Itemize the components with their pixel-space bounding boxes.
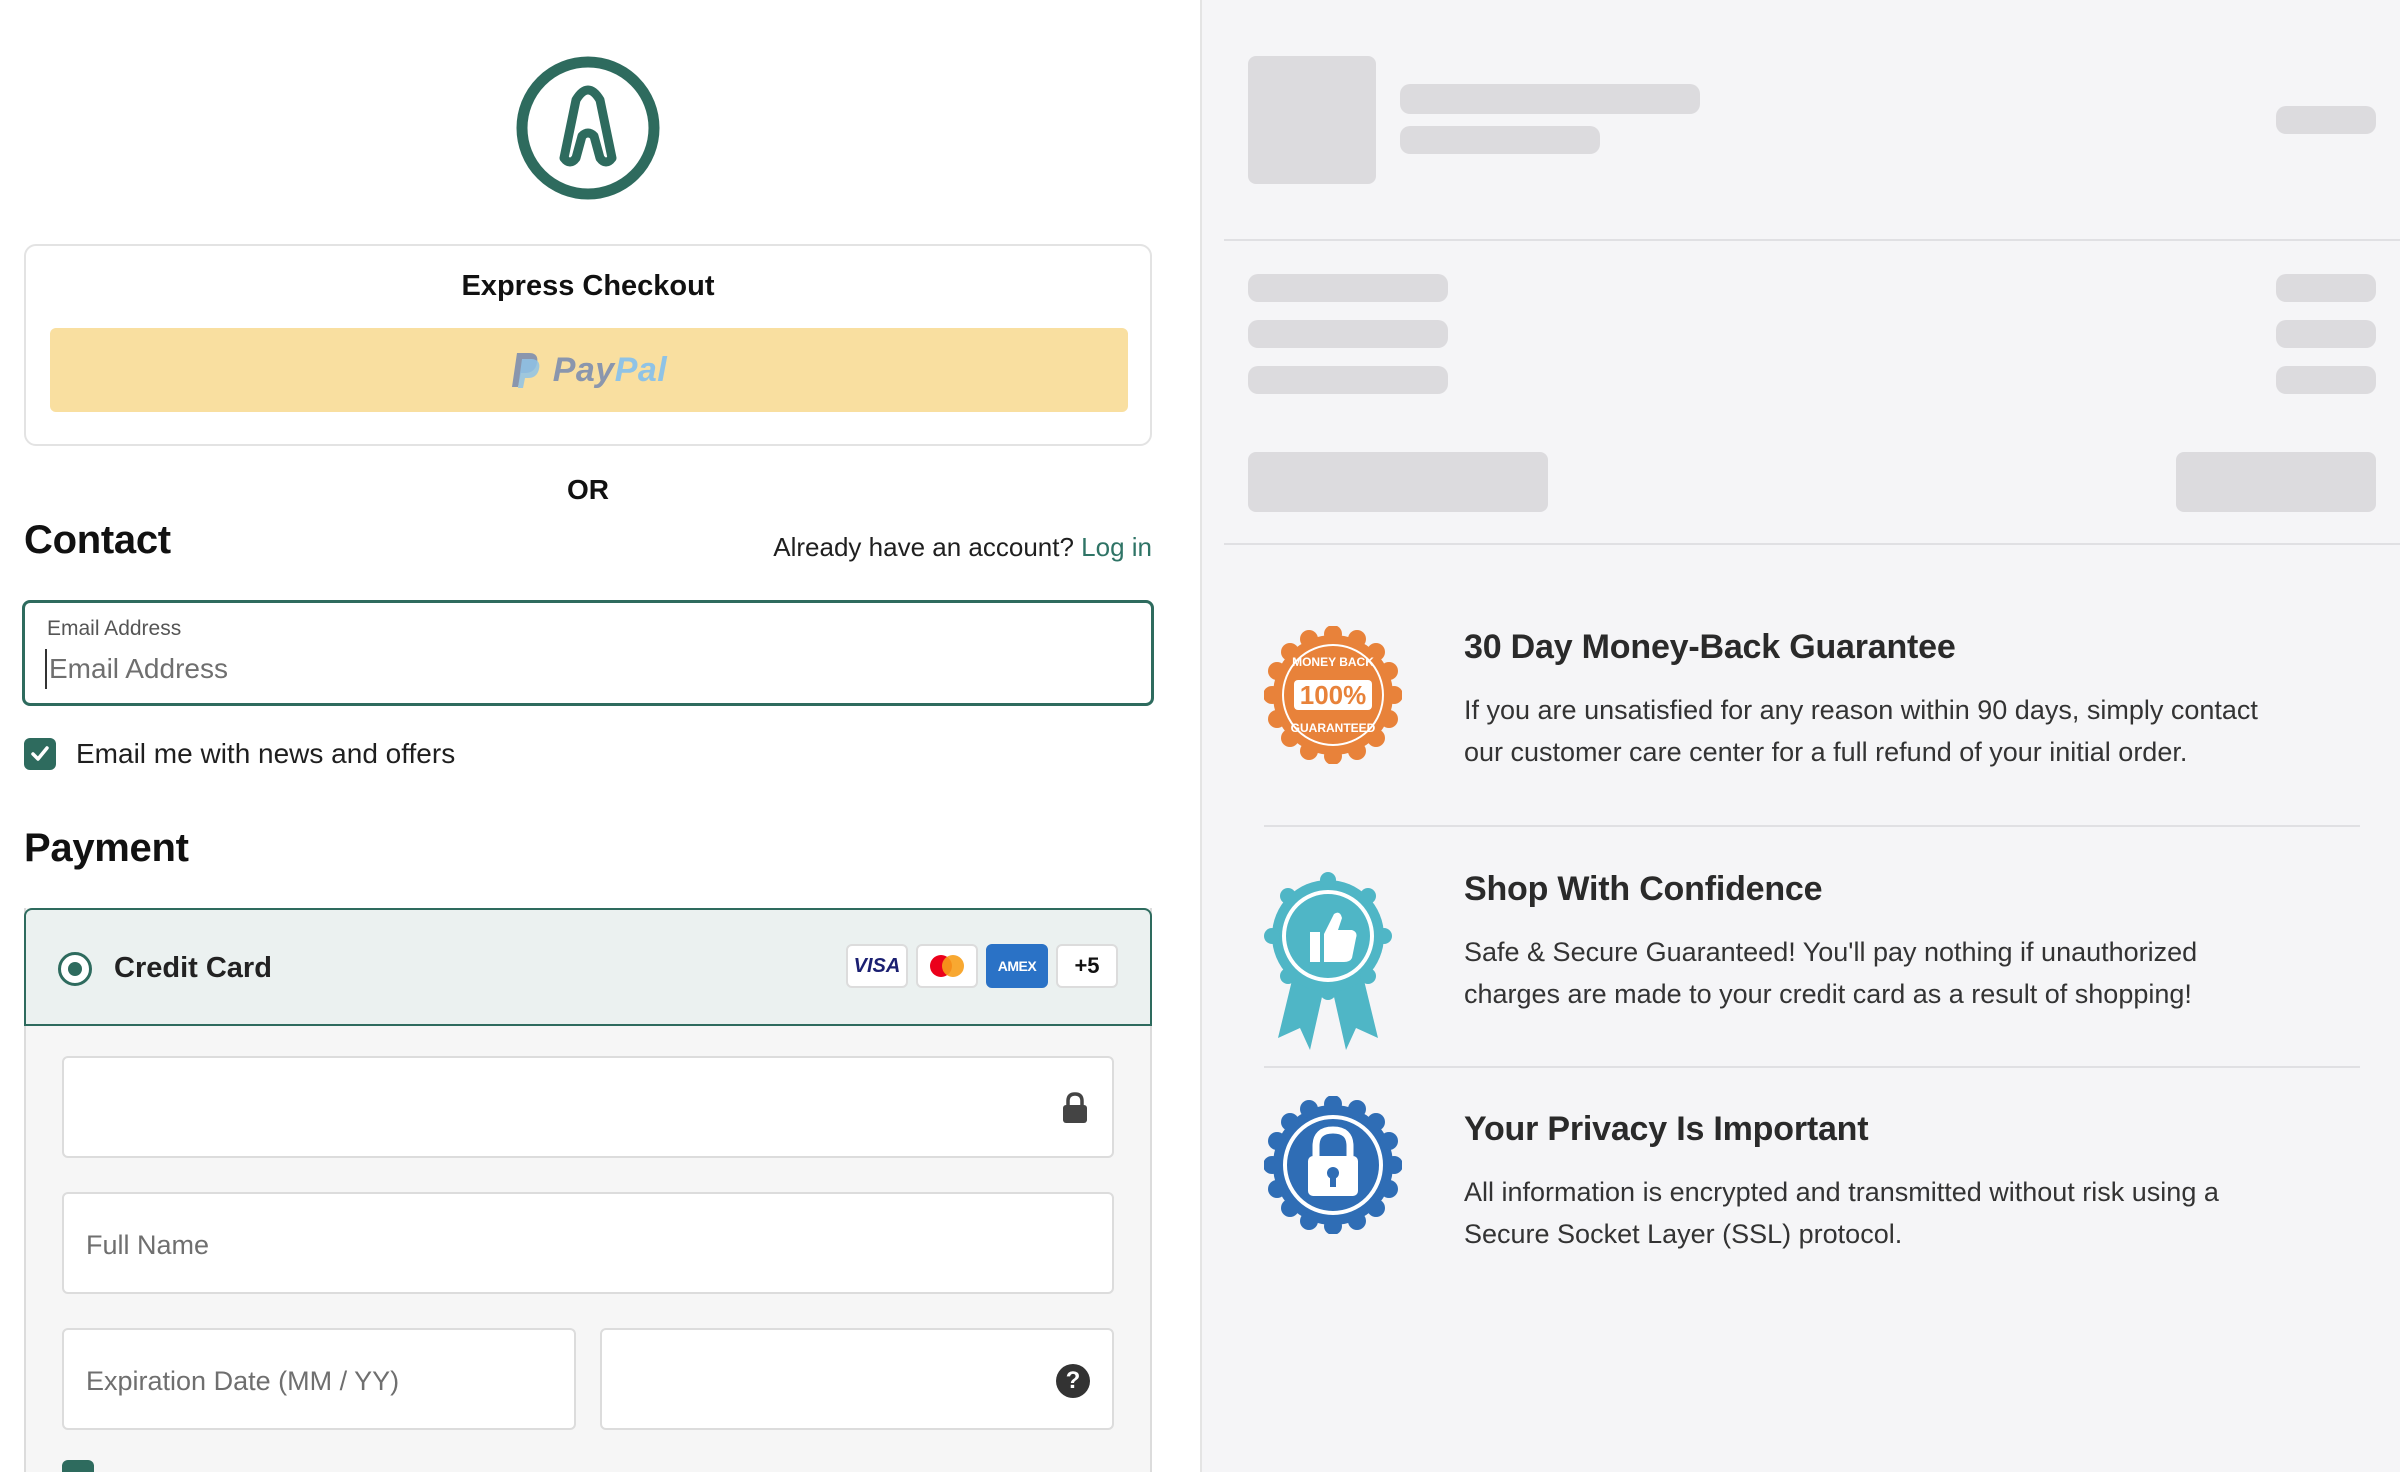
contact-title: Contact (24, 518, 171, 562)
account-prompt: Already have an account? Log in (773, 532, 1152, 563)
guarantee-body-line: charges are made to your credit card as … (1464, 979, 2192, 1009)
email-field-label: Email Address (47, 617, 182, 640)
skeleton-subtotal-label (1248, 274, 1448, 302)
mastercard-icon (930, 955, 964, 977)
skeleton-tax-value (2276, 366, 2376, 394)
credit-card-label: Credit Card (114, 952, 272, 984)
payment-title: Payment (24, 826, 189, 870)
guarantee-body-line: All information is encrypted and transmi… (1464, 1177, 2219, 1207)
skeleton-product-image (1248, 56, 1376, 184)
guarantee-body-line: Secure Socket Layer (SSL) protocol. (1464, 1219, 1903, 1249)
full-name-field[interactable]: Full Name (62, 1192, 1114, 1294)
shop-confidence-badge-icon (1264, 872, 1392, 1050)
express-checkout-panel: Express Checkout PayPal (24, 244, 1152, 446)
skeleton-product-variant (1400, 126, 1600, 154)
lock-icon (1063, 1092, 1087, 1123)
skeleton-tax-label (1248, 366, 1448, 394)
checkmark-icon (31, 746, 49, 761)
paypal-icon (511, 353, 540, 388)
credit-card-radio[interactable] (58, 952, 92, 986)
guarantee-divider (1264, 1066, 2360, 1068)
guarantee-body: If you are unsatisfied for any reason wi… (1464, 689, 2364, 773)
more-brands-badge: +5 (1056, 944, 1118, 988)
badge-value-text: 100% (1300, 680, 1367, 710)
expiration-date-placeholder: Expiration Date (MM / YY) (86, 1366, 400, 1396)
expiration-date-field[interactable]: Expiration Date (MM / YY) (62, 1328, 576, 1430)
guarantee-privacy: Your Privacy Is Important All informatio… (1464, 1110, 2364, 1255)
guarantee-divider (1264, 825, 2360, 827)
paypal-button[interactable]: PayPal (50, 328, 1128, 412)
amex-logo: AMEX (986, 944, 1048, 988)
security-code-field[interactable]: ? (600, 1328, 1114, 1430)
checkout-form-column: Express Checkout PayPal OR Contact Alrea… (0, 0, 1200, 1472)
money-back-badge-icon: 100% MONEY BACK GUARANTEED (1264, 626, 1402, 764)
paypal-wordmark-pal: Pal (614, 350, 668, 389)
login-link[interactable]: Log in (1081, 532, 1152, 562)
skeleton-subtotal-value (2276, 274, 2376, 302)
guarantee-body-line: our customer care center for a full refu… (1464, 737, 2188, 767)
guarantee-title: Shop With Confidence (1464, 870, 1823, 908)
skeleton-product-price (2276, 106, 2376, 134)
paypal-wordmark: PayPal (553, 351, 668, 390)
summary-divider (1224, 543, 2400, 545)
radio-selected-dot (68, 962, 82, 976)
card-brand-logos: VISA AMEX +5 (846, 944, 1118, 988)
save-card-checkbox[interactable] (62, 1460, 94, 1472)
guarantee-shop-confidence: Shop With Confidence Safe & Secure Guara… (1464, 870, 2364, 1015)
guarantee-body: All information is encrypted and transmi… (1464, 1171, 2364, 1255)
mastercard-logo (916, 944, 978, 988)
guarantee-money-back: 30 Day Money-Back Guarantee If you are u… (1464, 628, 2364, 773)
account-prompt-text: Already have an account? (773, 532, 1074, 562)
badge-bottom-text: GUARANTEED (1291, 721, 1376, 735)
badge-top-text: MONEY BACK (1292, 655, 1374, 669)
express-checkout-title: Express Checkout (461, 270, 715, 302)
skeleton-shipping-label (1248, 320, 1448, 348)
guarantee-title: 30 Day Money-Back Guarantee (1464, 628, 1956, 666)
guarantee-body: Safe & Secure Guaranteed! You'll pay not… (1464, 931, 2364, 1015)
skeleton-total-value (2176, 452, 2376, 512)
card-number-field[interactable] (62, 1056, 1114, 1158)
payment-method-credit-card[interactable]: Credit Card VISA AMEX +5 (24, 908, 1152, 1026)
guarantee-title: Your Privacy Is Important (1464, 1110, 1869, 1148)
or-divider: OR (567, 474, 609, 505)
guarantee-body-line: If you are unsatisfied for any reason wi… (1464, 695, 2258, 725)
brand-logo (516, 56, 660, 200)
summary-divider (1224, 239, 2400, 241)
privacy-lock-badge-icon (1264, 1096, 1402, 1234)
skeleton-shipping-value (2276, 320, 2376, 348)
paypal-wordmark-pay: Pay (552, 350, 615, 389)
visa-logo: VISA (846, 944, 908, 988)
skeleton-product-title (1400, 84, 1700, 114)
order-summary-column: 100% MONEY BACK GUARANTEED 30 Day Money-… (1202, 0, 2400, 1472)
email-field[interactable]: Email Address (22, 600, 1154, 706)
question-circle-icon[interactable]: ? (1056, 1364, 1090, 1398)
email-input[interactable] (45, 649, 1125, 689)
skeleton-total-label (1248, 452, 1548, 512)
guarantee-body-line: Safe & Secure Guaranteed! You'll pay not… (1464, 937, 2198, 967)
newsletter-checkbox[interactable] (24, 738, 56, 770)
newsletter-label[interactable]: Email me with news and offers (76, 738, 455, 770)
full-name-placeholder: Full Name (86, 1230, 210, 1260)
